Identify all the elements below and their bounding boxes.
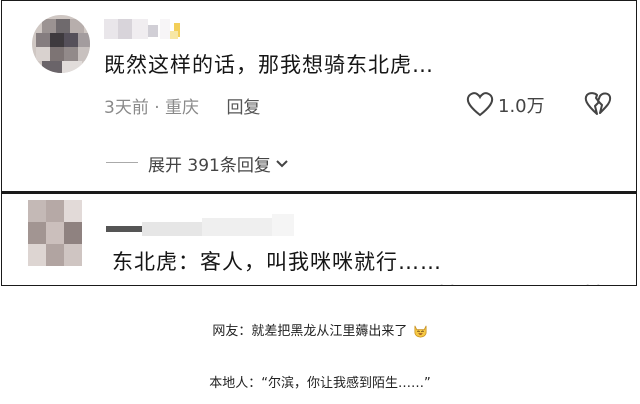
avatar[interactable] — [28, 200, 82, 266]
laughing-cat-emoji-icon — [414, 325, 427, 338]
username-redacted[interactable] — [106, 214, 296, 238]
avatar[interactable] — [32, 15, 90, 73]
like-count: 1.0万 — [498, 96, 545, 117]
expand-replies-button[interactable]: 展开 391条回复 — [148, 151, 289, 176]
heart-outline-icon[interactable] — [434, 282, 460, 286]
chevron-down-icon — [276, 159, 288, 167]
caption-line-1: 网友：就差把黑龙从江里薅出来了 — [0, 320, 640, 339]
username-redacted[interactable] — [104, 19, 190, 39]
comment-text: 既然这样的话，那我想骑东北虎… — [104, 53, 434, 77]
comment-card-1: 既然这样的话，那我想骑东北虎… 3天前 · 重庆 回复 1.0万 展开 391条… — [1, 0, 637, 192]
divider-line — [106, 162, 138, 163]
reply-button[interactable]: 回复 — [226, 98, 260, 118]
comment-meta: 3天前 · 重庆 回复 — [104, 93, 260, 118]
comment-text: 东北虎：客人，叫我咪咪就行…… — [112, 250, 442, 274]
heart-outline-icon[interactable] — [466, 91, 494, 117]
caption-line-2: 本地人：“尔滨，你让我感到陌生……” — [0, 372, 640, 391]
caption-text-1: 网友：就差把黑龙从江里薅出来了 — [212, 324, 408, 339]
expand-replies-label: 展开 391条回复 — [148, 156, 271, 176]
comment-card-2: 东北虎：客人，叫我咪咪就行…… — [1, 192, 637, 286]
broken-heart-icon[interactable] — [584, 91, 612, 117]
broken-heart-icon[interactable] — [580, 282, 606, 286]
caption-text-2: 本地人：“尔滨，你让我感到陌生……” — [209, 376, 431, 391]
time-location: 3天前 · 重庆 — [104, 98, 200, 118]
